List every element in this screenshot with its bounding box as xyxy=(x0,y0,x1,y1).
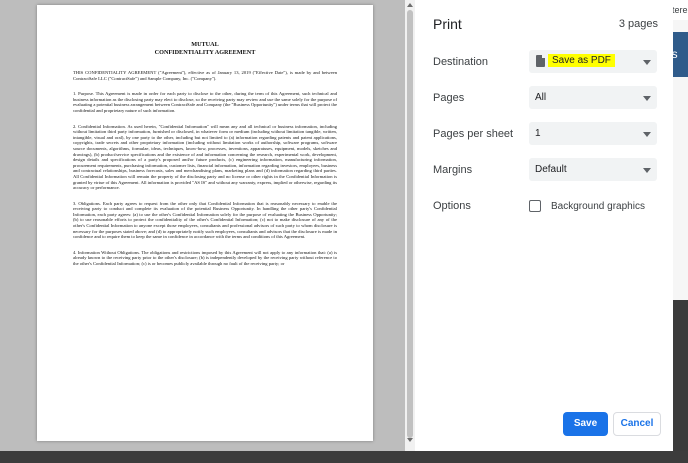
margins-select[interactable]: Default xyxy=(529,158,657,181)
margins-value: Default xyxy=(535,164,567,175)
preview-page: MUTUAL CONFIDENTIALITY AGREEMENT THIS CO… xyxy=(37,5,373,441)
page-count: 3 pages xyxy=(618,18,658,30)
pages-per-sheet-label: Pages per sheet xyxy=(433,128,514,140)
print-preview[interactable]: MUTUAL CONFIDENTIALITY AGREEMENT THIS CO… xyxy=(0,0,415,451)
preview-scrollbar-thumb[interactable] xyxy=(407,10,413,438)
pdf-file-icon xyxy=(536,55,545,67)
chevron-down-icon xyxy=(643,96,651,101)
margins-label: Margins xyxy=(433,164,473,176)
destination-select[interactable]: Save as PDF xyxy=(529,50,657,73)
pages-per-sheet-select[interactable]: 1 xyxy=(529,122,657,145)
chevron-down-icon xyxy=(643,60,651,65)
pages-select[interactable]: All xyxy=(529,86,657,109)
chevron-down-icon xyxy=(643,168,651,173)
destination-label: Destination xyxy=(433,56,489,68)
save-button[interactable]: Save xyxy=(563,412,608,436)
background-graphics-checkbox[interactable] xyxy=(529,200,541,212)
pages-label: Pages xyxy=(433,92,465,104)
scroll-down-arrow-icon[interactable] xyxy=(407,438,413,442)
document-paragraph: 4. Information Without Obligations. The … xyxy=(73,249,337,267)
document-title: MUTUAL CONFIDENTIALITY AGREEMENT xyxy=(37,41,373,56)
pages-value: All xyxy=(535,92,547,103)
document-title-line: MUTUAL xyxy=(191,41,219,48)
document-paragraph: 3. Obligations. Each party agrees to req… xyxy=(73,200,337,240)
document-paragraph: THIS CONFIDENTIALITY AGREEMENT ("Agreeme… xyxy=(73,70,337,81)
chevron-down-icon xyxy=(643,132,651,137)
document-paragraph: 1. Purpose. This Agreement is made in or… xyxy=(73,91,337,113)
cancel-button[interactable]: Cancel xyxy=(613,412,661,436)
destination-value: Save as PDF xyxy=(548,54,615,67)
document-paragraph: 2. Confidential Information. As used her… xyxy=(73,123,337,191)
scroll-up-arrow-icon[interactable] xyxy=(407,3,413,7)
pages-per-sheet-value: 1 xyxy=(535,128,541,139)
options-label: Options xyxy=(433,200,471,212)
bottom-bar xyxy=(0,451,688,463)
dialog-title: Print xyxy=(433,16,462,32)
print-settings-panel: Print 3 pages Destination Save as PDF Pa… xyxy=(415,0,673,451)
document-title-line: CONFIDENTIALITY AGREEMENT xyxy=(154,48,256,56)
background-graphics-label[interactable]: Background graphics xyxy=(551,201,645,212)
